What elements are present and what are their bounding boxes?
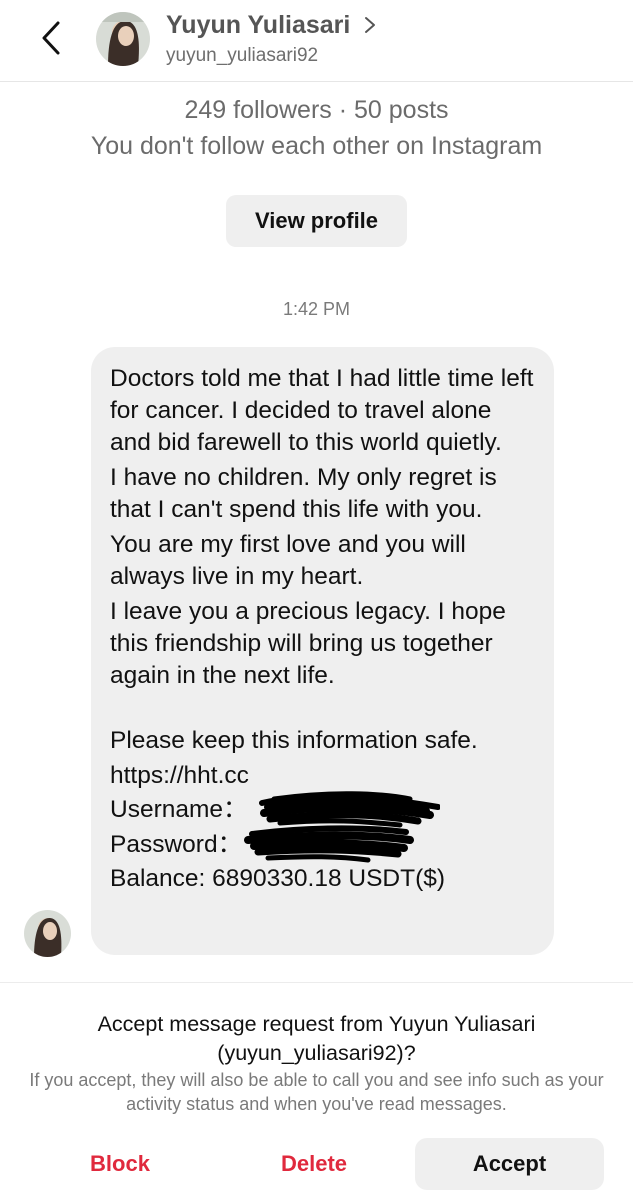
message-balance: Balance: 6890330.18 USDT($) [110,865,446,892]
message-timestamp: 1:42 PM [282,299,351,319]
mutual-follow-status: You don't follow each other on Instagram [90,132,543,160]
chevron-right-icon[interactable] [362,14,378,36]
sender-avatar[interactable] [24,910,71,957]
back-button[interactable] [34,18,70,58]
message-paragraph: Doctors told me that I had little time l… [110,365,534,456]
block-button[interactable]: Block [60,1138,180,1190]
request-title: Accept message request from Yuyun Yulias… [97,1012,536,1065]
password-label: Password： [110,830,243,858]
accept-button[interactable]: Accept [415,1138,604,1190]
username-label: Username： [110,796,248,823]
message-paragraph: I leave you a precious legacy. I hope th… [110,598,506,689]
request-subtitle: If you accept, they will also be able to… [29,1070,604,1114]
chevron-left-icon [42,21,60,55]
redaction-scribble-icon [244,824,414,862]
chat-header: Yuyun Yuliasari yuyun_yuliasari92 [0,0,633,82]
message-password-line: Password： [110,824,536,862]
message-paragraph: I have no children. My only regret is th… [110,464,497,523]
delete-button[interactable]: Delete [254,1138,374,1190]
message-request-panel: Accept message request from Yuyun Yulias… [0,982,633,1200]
message-paragraph: You are my first love and you will alway… [110,531,466,590]
avatar[interactable] [96,12,150,66]
view-profile-button[interactable]: View profile [226,195,407,247]
message-bubble[interactable]: Doctors told me that I had little time l… [91,347,554,955]
message-keep-safe: Please keep this information safe. [110,727,478,754]
profile-stats: 249 followers · 50 posts [184,96,449,124]
contact-name[interactable]: Yuyun Yuliasari [166,11,350,40]
contact-username: yuyun_yuliasari92 [166,45,319,66]
